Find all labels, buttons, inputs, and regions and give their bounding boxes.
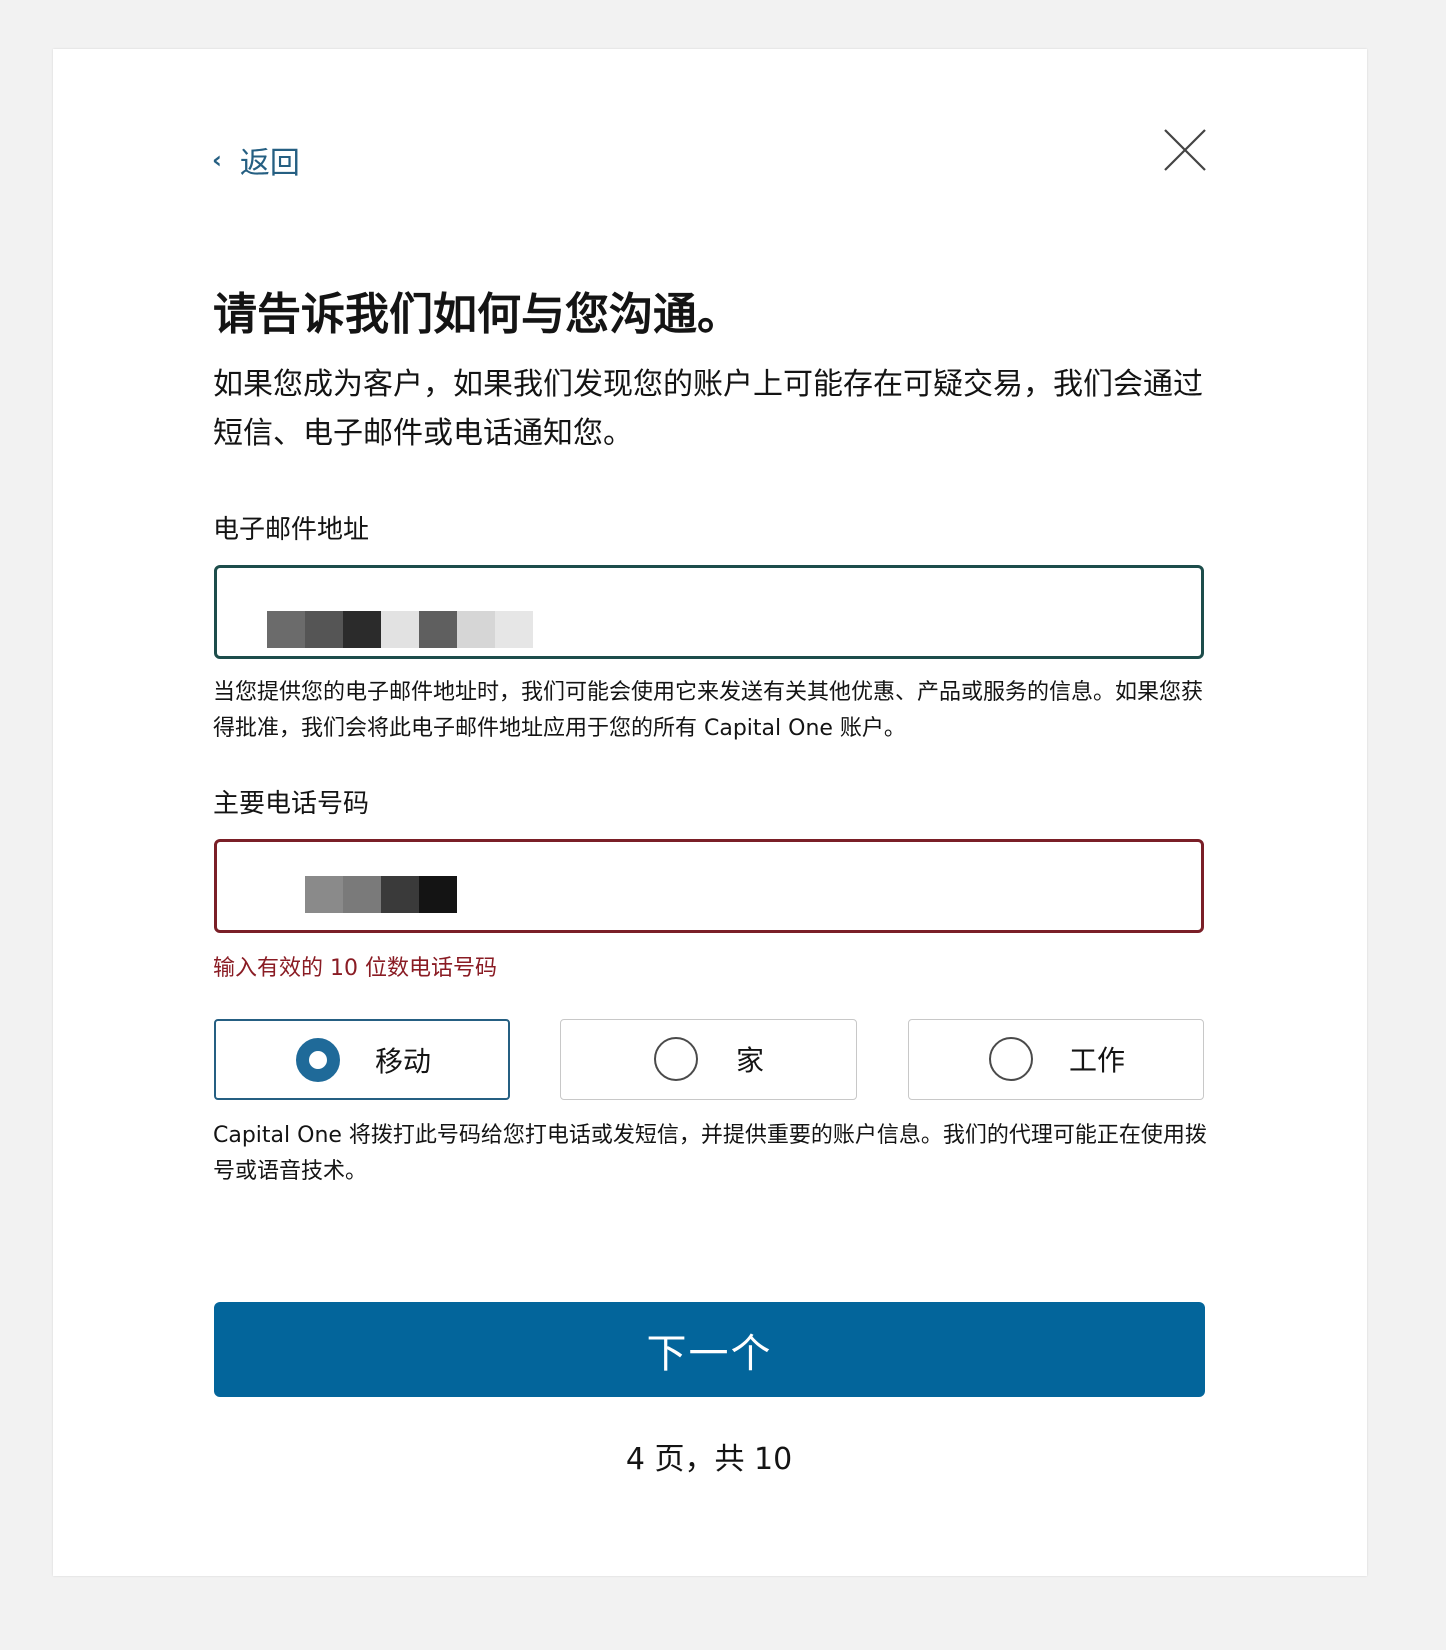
phone-field-box[interactable] [214, 839, 1204, 933]
phone-type-label: 家 [736, 1044, 765, 1077]
page-title: 请告诉我们如何与您沟通。 [213, 289, 741, 340]
email-helper-text: 当您提供您的电子邮件地址时，我们可能会使用它来发送有关其他优惠、产品或服务的信息… [213, 680, 1204, 741]
radio-unselected-icon[interactable] [989, 1037, 1033, 1081]
phone-type-label: 工作 [1069, 1044, 1126, 1077]
phone-type-mobile[interactable]: 移动 [214, 1019, 510, 1100]
email-field-box[interactable] [214, 565, 1204, 659]
close-button[interactable] [1163, 128, 1207, 172]
intro-text: 如果您成为客户，如果我们发现您的账户上可能存在可疑交易，我们会通过短信、电子邮件… [213, 367, 1203, 451]
chevron-left-icon: ‹ [212, 146, 222, 174]
phone-error-text: 输入有效的 10 位数电话号码 [213, 956, 497, 981]
email-label: 电子邮件地址 [213, 515, 370, 545]
close-icon [1164, 129, 1206, 171]
radio-selected-icon[interactable] [296, 1038, 340, 1082]
page-indicator: 4 页，共 10 [625, 1442, 793, 1477]
back-link[interactable]: ‹ 返回 [212, 138, 300, 182]
phone-type-label: 移动 [375, 1045, 432, 1078]
next-button[interactable]: 下一个 [214, 1302, 1205, 1397]
phone-label: 主要电话号码 [213, 789, 370, 819]
redacted-email-mosaic [267, 611, 533, 648]
redacted-phone-mosaic [305, 876, 457, 913]
phone-type-work[interactable]: 工作 [908, 1019, 1204, 1100]
back-label: 返回 [239, 146, 300, 181]
radio-unselected-icon[interactable] [654, 1037, 698, 1081]
phone-helper-text: Capital One 将拨打此号码给您打电话或发短信，并提供重要的账户信息。我… [213, 1123, 1207, 1184]
phone-type-home[interactable]: 家 [560, 1019, 857, 1100]
